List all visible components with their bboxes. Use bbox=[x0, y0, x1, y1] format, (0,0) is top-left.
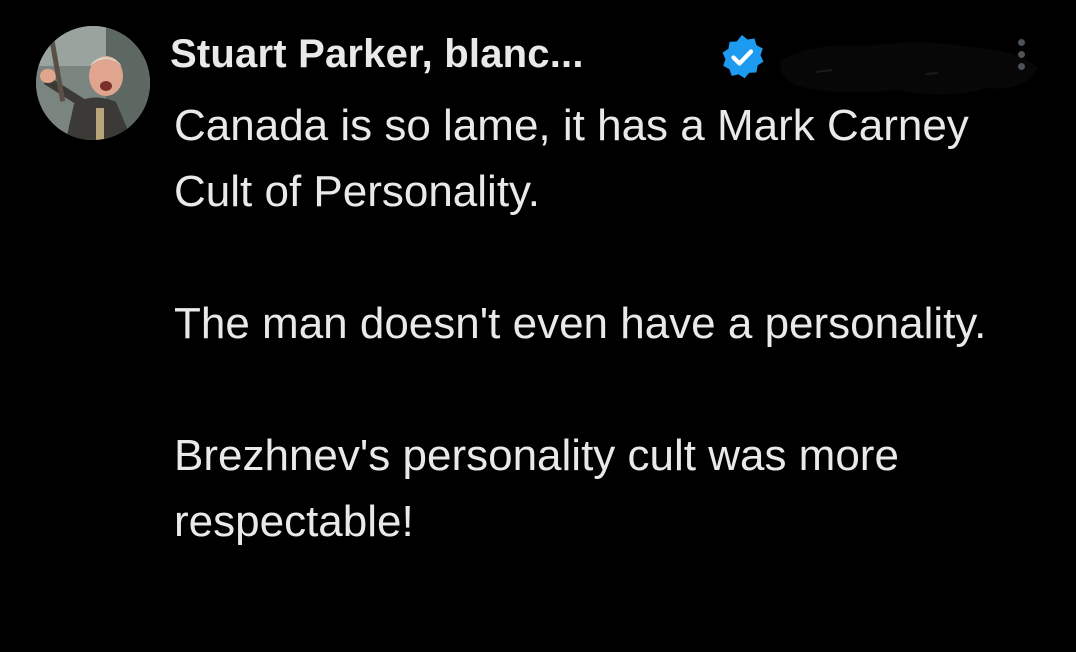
author-name[interactable]: Stuart Parker, blanc... bbox=[170, 32, 584, 77]
more-vertical-icon bbox=[1017, 38, 1025, 46]
post-paragraph: Canada is so lame, it has a Mark Carney … bbox=[174, 101, 969, 216]
avatar-image bbox=[36, 26, 150, 140]
more-options-button[interactable] bbox=[1006, 34, 1036, 74]
post-text: Canada is so lame, it has a Mark Carney … bbox=[174, 93, 1054, 555]
verified-checkmark-icon bbox=[722, 35, 764, 79]
post-paragraph: Brezhnev's personality cult was more res… bbox=[174, 431, 899, 546]
post: Stuart Parker, blanc... Canada is so lam… bbox=[0, 0, 1076, 652]
post-paragraph: The man doesn't even have a personality. bbox=[174, 299, 987, 348]
avatar[interactable] bbox=[36, 26, 150, 140]
